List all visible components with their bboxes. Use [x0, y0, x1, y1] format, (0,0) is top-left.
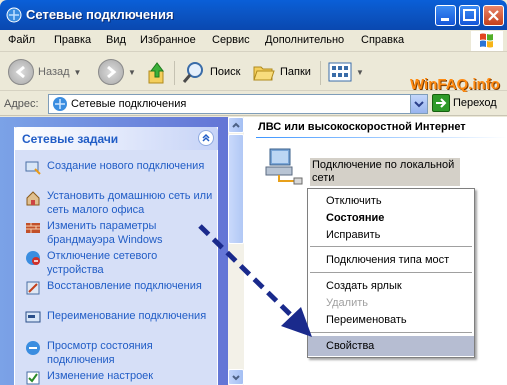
back-dropdown-icon[interactable]: ▼ [74, 68, 82, 77]
go-button[interactable]: Переход [432, 94, 497, 112]
lan-connection-icon[interactable] [260, 145, 304, 189]
settings-icon [26, 371, 40, 385]
scroll-thumb[interactable] [228, 134, 244, 244]
back-label: Назад [38, 66, 70, 78]
folders-icon [253, 66, 275, 81]
folders-label: Папки [280, 66, 311, 78]
status-icon [26, 341, 40, 355]
scroll-down-button[interactable] [228, 369, 244, 385]
network-tasks-title: Сетевые задачи [22, 132, 119, 146]
chevron-down-icon [232, 375, 240, 381]
task-rename-connection[interactable]: Переименование подключения [25, 309, 215, 326]
menu-tools[interactable]: Сервис [212, 34, 250, 46]
task-label: Изменить параметры брандмауэра Windows [47, 220, 163, 246]
search-button[interactable]: Поиск [182, 59, 240, 85]
task-label: Переименование подключения [47, 310, 207, 322]
task-firewall[interactable]: Изменить параметры брандмауэра Windows [25, 219, 215, 247]
scroll-up-button[interactable] [228, 117, 244, 133]
menu-view[interactable]: Вид [106, 34, 126, 46]
task-label: Восстановление подключения [47, 280, 202, 292]
task-create-connection[interactable]: Создание нового подключения [25, 159, 215, 176]
task-view-status[interactable]: Просмотр состояния подключения [25, 339, 215, 367]
views-dropdown-icon[interactable]: ▼ [356, 68, 364, 77]
watermark: WinFAQ.info [410, 76, 500, 93]
address-dropdown-button[interactable] [410, 95, 427, 113]
forward-arrow-icon [98, 59, 124, 85]
views-icon [328, 62, 352, 82]
connection-label[interactable]: Подключение по локальной сети [310, 158, 460, 186]
close-button[interactable] [483, 5, 504, 26]
context-menu: Отключить Состояние Исправить Подключени… [307, 188, 475, 358]
chevron-up-icon [232, 122, 240, 128]
menu-separator [310, 272, 472, 273]
section-divider [256, 137, 507, 138]
menu-repair[interactable]: Исправить [308, 225, 474, 245]
maximize-icon [463, 9, 476, 21]
address-field[interactable]: Сетевые подключения [48, 94, 428, 114]
menu-edit[interactable]: Правка [54, 34, 91, 46]
task-label: Установить домашнюю сеть или сеть малого… [47, 190, 213, 216]
disable-device-icon [26, 251, 40, 265]
chevron-down-icon [414, 101, 424, 108]
back-button[interactable]: Назад ▼ [8, 59, 81, 85]
minimize-icon [441, 18, 449, 21]
address-label: Адрес: [4, 98, 39, 110]
address-value: Сетевые подключения [71, 98, 187, 110]
folders-button[interactable]: Папки [252, 59, 311, 85]
network-tasks-box: Создание нового подключения Установить д… [14, 127, 218, 385]
vertical-scrollbar[interactable] [228, 117, 244, 385]
menu-separator [310, 246, 472, 247]
menu-file[interactable]: Файл [8, 34, 35, 46]
toolbar-separator [320, 61, 321, 85]
task-pane: Создание нового подключения Установить д… [0, 117, 228, 385]
repair-icon [26, 281, 40, 295]
title-bar: Сетевые подключения [0, 0, 507, 30]
menu-favorites[interactable]: Избранное [140, 34, 196, 46]
task-label: Изменение настроек [47, 370, 154, 382]
task-label: Отключение сетевого устройства [47, 250, 158, 276]
search-label: Поиск [210, 66, 241, 78]
network-connections-icon [6, 7, 22, 23]
forward-button[interactable]: ▼ [98, 59, 136, 85]
go-arrow-icon [432, 94, 450, 112]
address-bar: Адрес: Сетевые подключения Переход [0, 92, 507, 116]
menu-properties[interactable]: Свойства [308, 336, 474, 356]
menu-help[interactable]: Справка [361, 34, 404, 46]
menu-separator [310, 332, 472, 333]
toolbar-separator [174, 61, 175, 85]
task-home-network[interactable]: Установить домашнюю сеть или сеть малого… [25, 189, 215, 217]
search-icon [182, 62, 203, 83]
chevron-up-icon [202, 133, 210, 142]
forward-dropdown-icon[interactable]: ▼ [128, 68, 136, 77]
maximize-button[interactable] [459, 5, 480, 26]
menu-bridge-connections[interactable]: Подключения типа мост [308, 250, 474, 270]
up-folder-icon[interactable] [146, 61, 168, 85]
close-icon [488, 10, 499, 21]
menu-advanced[interactable]: Дополнительно [265, 34, 344, 46]
task-label: Просмотр состояния подключения [47, 340, 153, 366]
windows-logo-icon [471, 31, 503, 51]
section-heading: ЛВС или высокоскоростной Интернет [258, 121, 466, 133]
task-disable-device[interactable]: Отключение сетевого устройства [25, 249, 215, 277]
go-label: Переход [453, 97, 497, 109]
network-connections-icon [53, 97, 67, 111]
firewall-icon [26, 223, 40, 233]
back-arrow-icon [8, 59, 34, 85]
new-connection-icon [25, 161, 41, 175]
rename-icon [25, 311, 41, 323]
views-button[interactable]: ▼ [328, 59, 364, 85]
collapse-button[interactable] [198, 130, 214, 146]
minimize-button[interactable] [435, 5, 456, 26]
menu-bar: Файл Правка Вид Избранное Сервис Дополни… [0, 30, 507, 52]
window-title: Сетевые подключения [26, 7, 174, 22]
task-repair-connection[interactable]: Восстановление подключения [25, 279, 215, 296]
task-label: Создание нового подключения [47, 160, 205, 172]
menu-rename[interactable]: Переименовать [308, 310, 474, 330]
task-change-settings[interactable]: Изменение настроек [25, 369, 215, 385]
home-network-icon [26, 191, 40, 206]
network-tasks-header[interactable]: Сетевые задачи [14, 127, 218, 150]
